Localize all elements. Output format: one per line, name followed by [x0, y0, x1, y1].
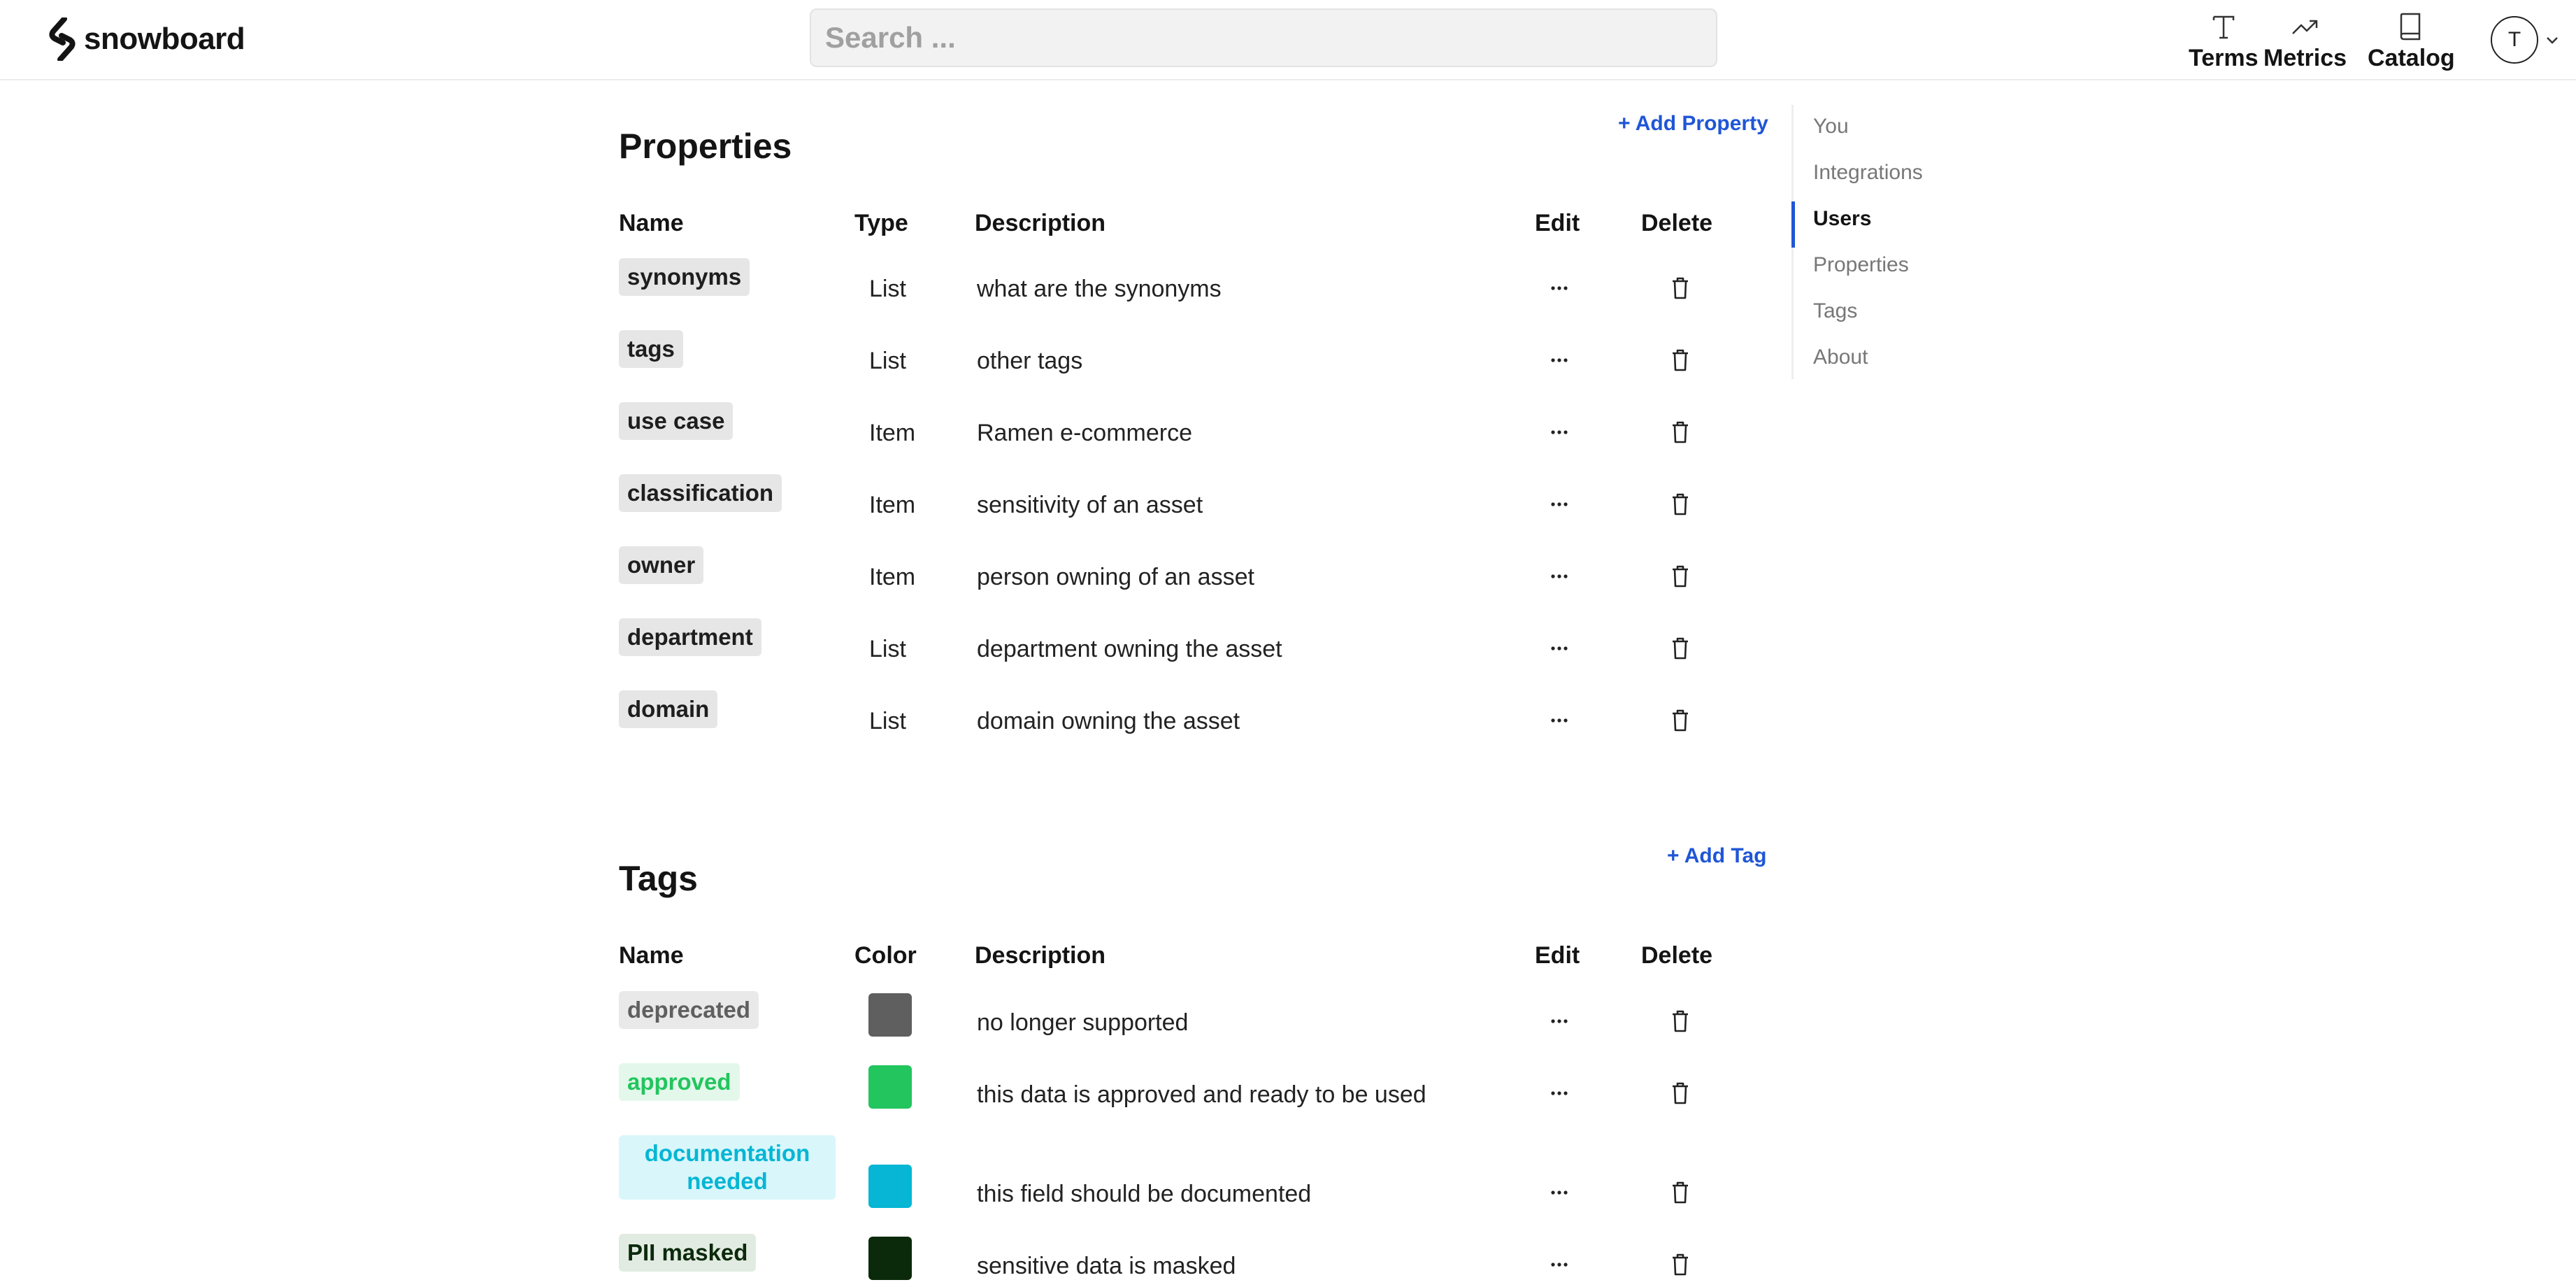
tag-name-pill: documentation needed [619, 1135, 836, 1200]
tags-title: Tags [619, 859, 698, 898]
nav-terms-label: Terms [2189, 45, 2259, 71]
property-name-pill: tags [619, 330, 683, 368]
trash-icon[interactable] [1670, 636, 1691, 661]
toc-integrations[interactable]: Integrations [1813, 161, 1923, 185]
trash-icon[interactable] [1670, 492, 1691, 517]
property-description: other tags [977, 348, 1083, 374]
more-dots-icon[interactable] [1549, 281, 1570, 295]
tags-header-color: Color [854, 942, 917, 969]
property-name-pill: domain [619, 690, 718, 728]
tag-color-swatch [868, 1165, 912, 1208]
toc-about[interactable]: About [1813, 346, 1868, 369]
tag-color-swatch [868, 1237, 912, 1280]
property-description: domain owning the asset [977, 708, 1240, 734]
tags-header-name: Name [619, 942, 684, 969]
trash-icon[interactable] [1670, 1252, 1691, 1277]
toc-users[interactable]: Users [1813, 207, 1871, 231]
tags-header-description: Description [975, 942, 1106, 969]
app-name: snowboard [84, 22, 245, 56]
active-indicator [1791, 201, 1795, 248]
book-icon [2400, 13, 2421, 41]
property-description: sensitivity of an asset [977, 492, 1203, 518]
tags-header-delete: Delete [1641, 942, 1713, 969]
user-menu[interactable]: T [2491, 14, 2561, 66]
more-dots-icon[interactable] [1549, 641, 1570, 655]
trash-icon[interactable] [1670, 1009, 1691, 1034]
plus-icon: + [1618, 112, 1636, 135]
more-dots-icon[interactable] [1549, 353, 1570, 367]
text-T-icon [2212, 15, 2235, 39]
toc-tags[interactable]: Tags [1813, 299, 1857, 323]
tag-name-pill: deprecated [619, 991, 759, 1029]
properties-header-type: Type [854, 210, 908, 236]
property-type: List [869, 636, 906, 662]
tag-description: this field should be documented [977, 1181, 1312, 1207]
nav-terms[interactable]: Terms [2189, 10, 2259, 73]
more-dots-icon[interactable] [1549, 569, 1570, 583]
more-dots-icon[interactable] [1549, 1014, 1570, 1028]
nav-catalog[interactable]: Catalog [2368, 10, 2455, 73]
toc-you[interactable]: You [1813, 115, 1849, 138]
property-description: Ramen e-commerce [977, 420, 1192, 446]
property-name-pill: owner [619, 546, 704, 584]
properties-header-description: Description [975, 210, 1106, 236]
search-input[interactable] [810, 8, 1717, 67]
trash-icon[interactable] [1670, 276, 1691, 301]
tag-description: no longer supported [977, 1009, 1189, 1036]
more-dots-icon[interactable] [1549, 1186, 1570, 1200]
trash-icon[interactable] [1670, 708, 1691, 733]
tag-description: sensitive data is masked [977, 1253, 1236, 1279]
add-tag-label: Add Tag [1684, 844, 1767, 867]
trash-icon[interactable] [1670, 420, 1691, 445]
tag-name-pill: approved [619, 1063, 740, 1101]
nav-metrics-label: Metrics [2263, 45, 2347, 71]
avatar[interactable]: T [2491, 16, 2538, 64]
property-type: List [869, 276, 906, 302]
trash-icon[interactable] [1670, 1180, 1691, 1205]
more-dots-icon[interactable] [1549, 713, 1570, 727]
add-property-label: Add Property [1635, 112, 1768, 135]
snowboard-logo-icon [49, 17, 76, 61]
properties-header-name: Name [619, 210, 684, 236]
toc-properties[interactable]: Properties [1813, 253, 1909, 277]
tag-name-pill: PII masked [619, 1234, 757, 1272]
properties-header-delete: Delete [1641, 210, 1713, 236]
property-description: what are the synonyms [977, 276, 1222, 302]
plus-icon: + [1667, 844, 1684, 867]
trash-icon[interactable] [1670, 348, 1691, 373]
properties-header-edit: Edit [1535, 210, 1580, 236]
properties-title: Properties [619, 127, 792, 166]
add-property-button[interactable]: + Add Property [1618, 112, 1768, 136]
property-type: List [869, 708, 906, 734]
more-dots-icon[interactable] [1549, 425, 1570, 439]
nav-catalog-label: Catalog [2368, 45, 2455, 71]
tags-header-edit: Edit [1535, 942, 1580, 969]
more-dots-icon[interactable] [1549, 497, 1570, 511]
property-name-pill: classification [619, 474, 782, 512]
more-dots-icon[interactable] [1549, 1258, 1570, 1272]
property-name-pill: use case [619, 402, 734, 440]
logo[interactable]: snowboard [49, 17, 245, 62]
top-bar: snowboard Terms Metrics Catalog T [0, 0, 2576, 80]
trash-icon[interactable] [1670, 564, 1691, 589]
property-description: person owning of an asset [977, 564, 1254, 590]
add-tag-button[interactable]: + Add Tag [1667, 844, 1767, 868]
property-type: Item [869, 492, 916, 518]
property-type: Item [869, 420, 916, 446]
property-type: Item [869, 564, 916, 590]
trend-icon [2291, 20, 2317, 34]
nav-metrics[interactable]: Metrics [2263, 10, 2347, 73]
tag-color-swatch [868, 1065, 912, 1109]
property-description: department owning the asset [977, 636, 1282, 662]
property-name-pill: department [619, 618, 761, 656]
chevron-down-icon[interactable] [2544, 31, 2561, 48]
property-type: List [869, 348, 906, 374]
property-name-pill: synonyms [619, 258, 750, 296]
tag-description: this data is approved and ready to be us… [977, 1081, 1426, 1108]
page-section-nav: You Integrations Users Properties Tags A… [1791, 105, 1933, 379]
tag-color-swatch [868, 993, 912, 1037]
more-dots-icon[interactable] [1549, 1086, 1570, 1100]
trash-icon[interactable] [1670, 1081, 1691, 1106]
